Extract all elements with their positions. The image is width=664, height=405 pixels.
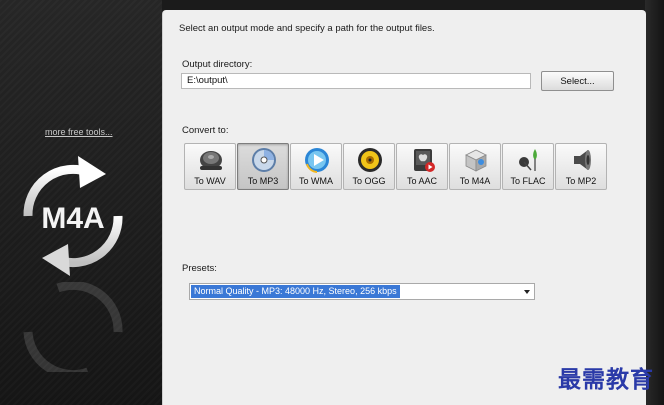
to-m4a-button[interactable]: To M4A <box>449 143 501 190</box>
to-mp3-button[interactable]: To MP3 <box>237 143 289 190</box>
format-label: To AAC <box>406 176 437 186</box>
output-directory-input[interactable]: E:\output\ <box>181 73 531 89</box>
convert-to-label: Convert to: <box>182 125 229 136</box>
watermark-text: 最需教育 <box>558 366 654 393</box>
output-directory-label: Output directory: <box>182 59 253 70</box>
to-wma-button[interactable]: To WMA <box>290 143 342 190</box>
media-player-icon <box>305 148 329 173</box>
more-free-tools-link[interactable]: more free tools... <box>45 127 113 137</box>
presets-selected-value: Normal Quality - MP3: 48000 Hz, Stereo, … <box>191 285 400 298</box>
to-mp2-button[interactable]: To MP2 <box>555 143 607 190</box>
audio-box-icon <box>465 149 487 172</box>
format-label: To WMA <box>298 176 333 186</box>
chevron-down-icon[interactable] <box>524 290 530 294</box>
format-label: To MP3 <box>247 176 279 186</box>
to-ogg-button[interactable]: To OGG <box>343 143 395 190</box>
mac-device-icon <box>414 149 435 172</box>
window-edge <box>645 0 664 405</box>
select-directory-button[interactable]: Select... <box>541 71 614 91</box>
format-label: To M4A <box>459 176 491 186</box>
ogg-disc-icon <box>358 148 382 172</box>
format-label: To WAV <box>194 176 226 186</box>
sidebar-panel: more free tools... M4A <box>0 0 162 405</box>
speaker-icon <box>200 151 222 170</box>
to-flac-button[interactable]: To FLAC <box>502 143 554 190</box>
main-panel: Select an output mode and specify a path… <box>162 10 646 405</box>
to-wav-button[interactable]: To WAV <box>184 143 236 190</box>
m4a-logo: M4A <box>23 156 123 276</box>
format-label: To FLAC <box>510 176 546 186</box>
format-label: To OGG <box>352 176 386 186</box>
headphones-icon <box>519 149 537 171</box>
instruction-text: Select an output mode and specify a path… <box>179 23 435 34</box>
format-buttons: To WAV To MP3 To WMA To OGG To AAC To M4… <box>184 143 607 191</box>
presets-dropdown[interactable]: Normal Quality - MP3: 48000 Hz, Stereo, … <box>189 283 535 300</box>
cd-disc-icon <box>252 148 276 172</box>
logo-reflection <box>23 282 123 372</box>
format-label: To MP2 <box>565 176 597 186</box>
to-aac-button[interactable]: To AAC <box>396 143 448 190</box>
logo-text: M4A <box>41 202 104 235</box>
loudspeaker-icon <box>574 150 591 170</box>
presets-label: Presets: <box>182 263 217 274</box>
